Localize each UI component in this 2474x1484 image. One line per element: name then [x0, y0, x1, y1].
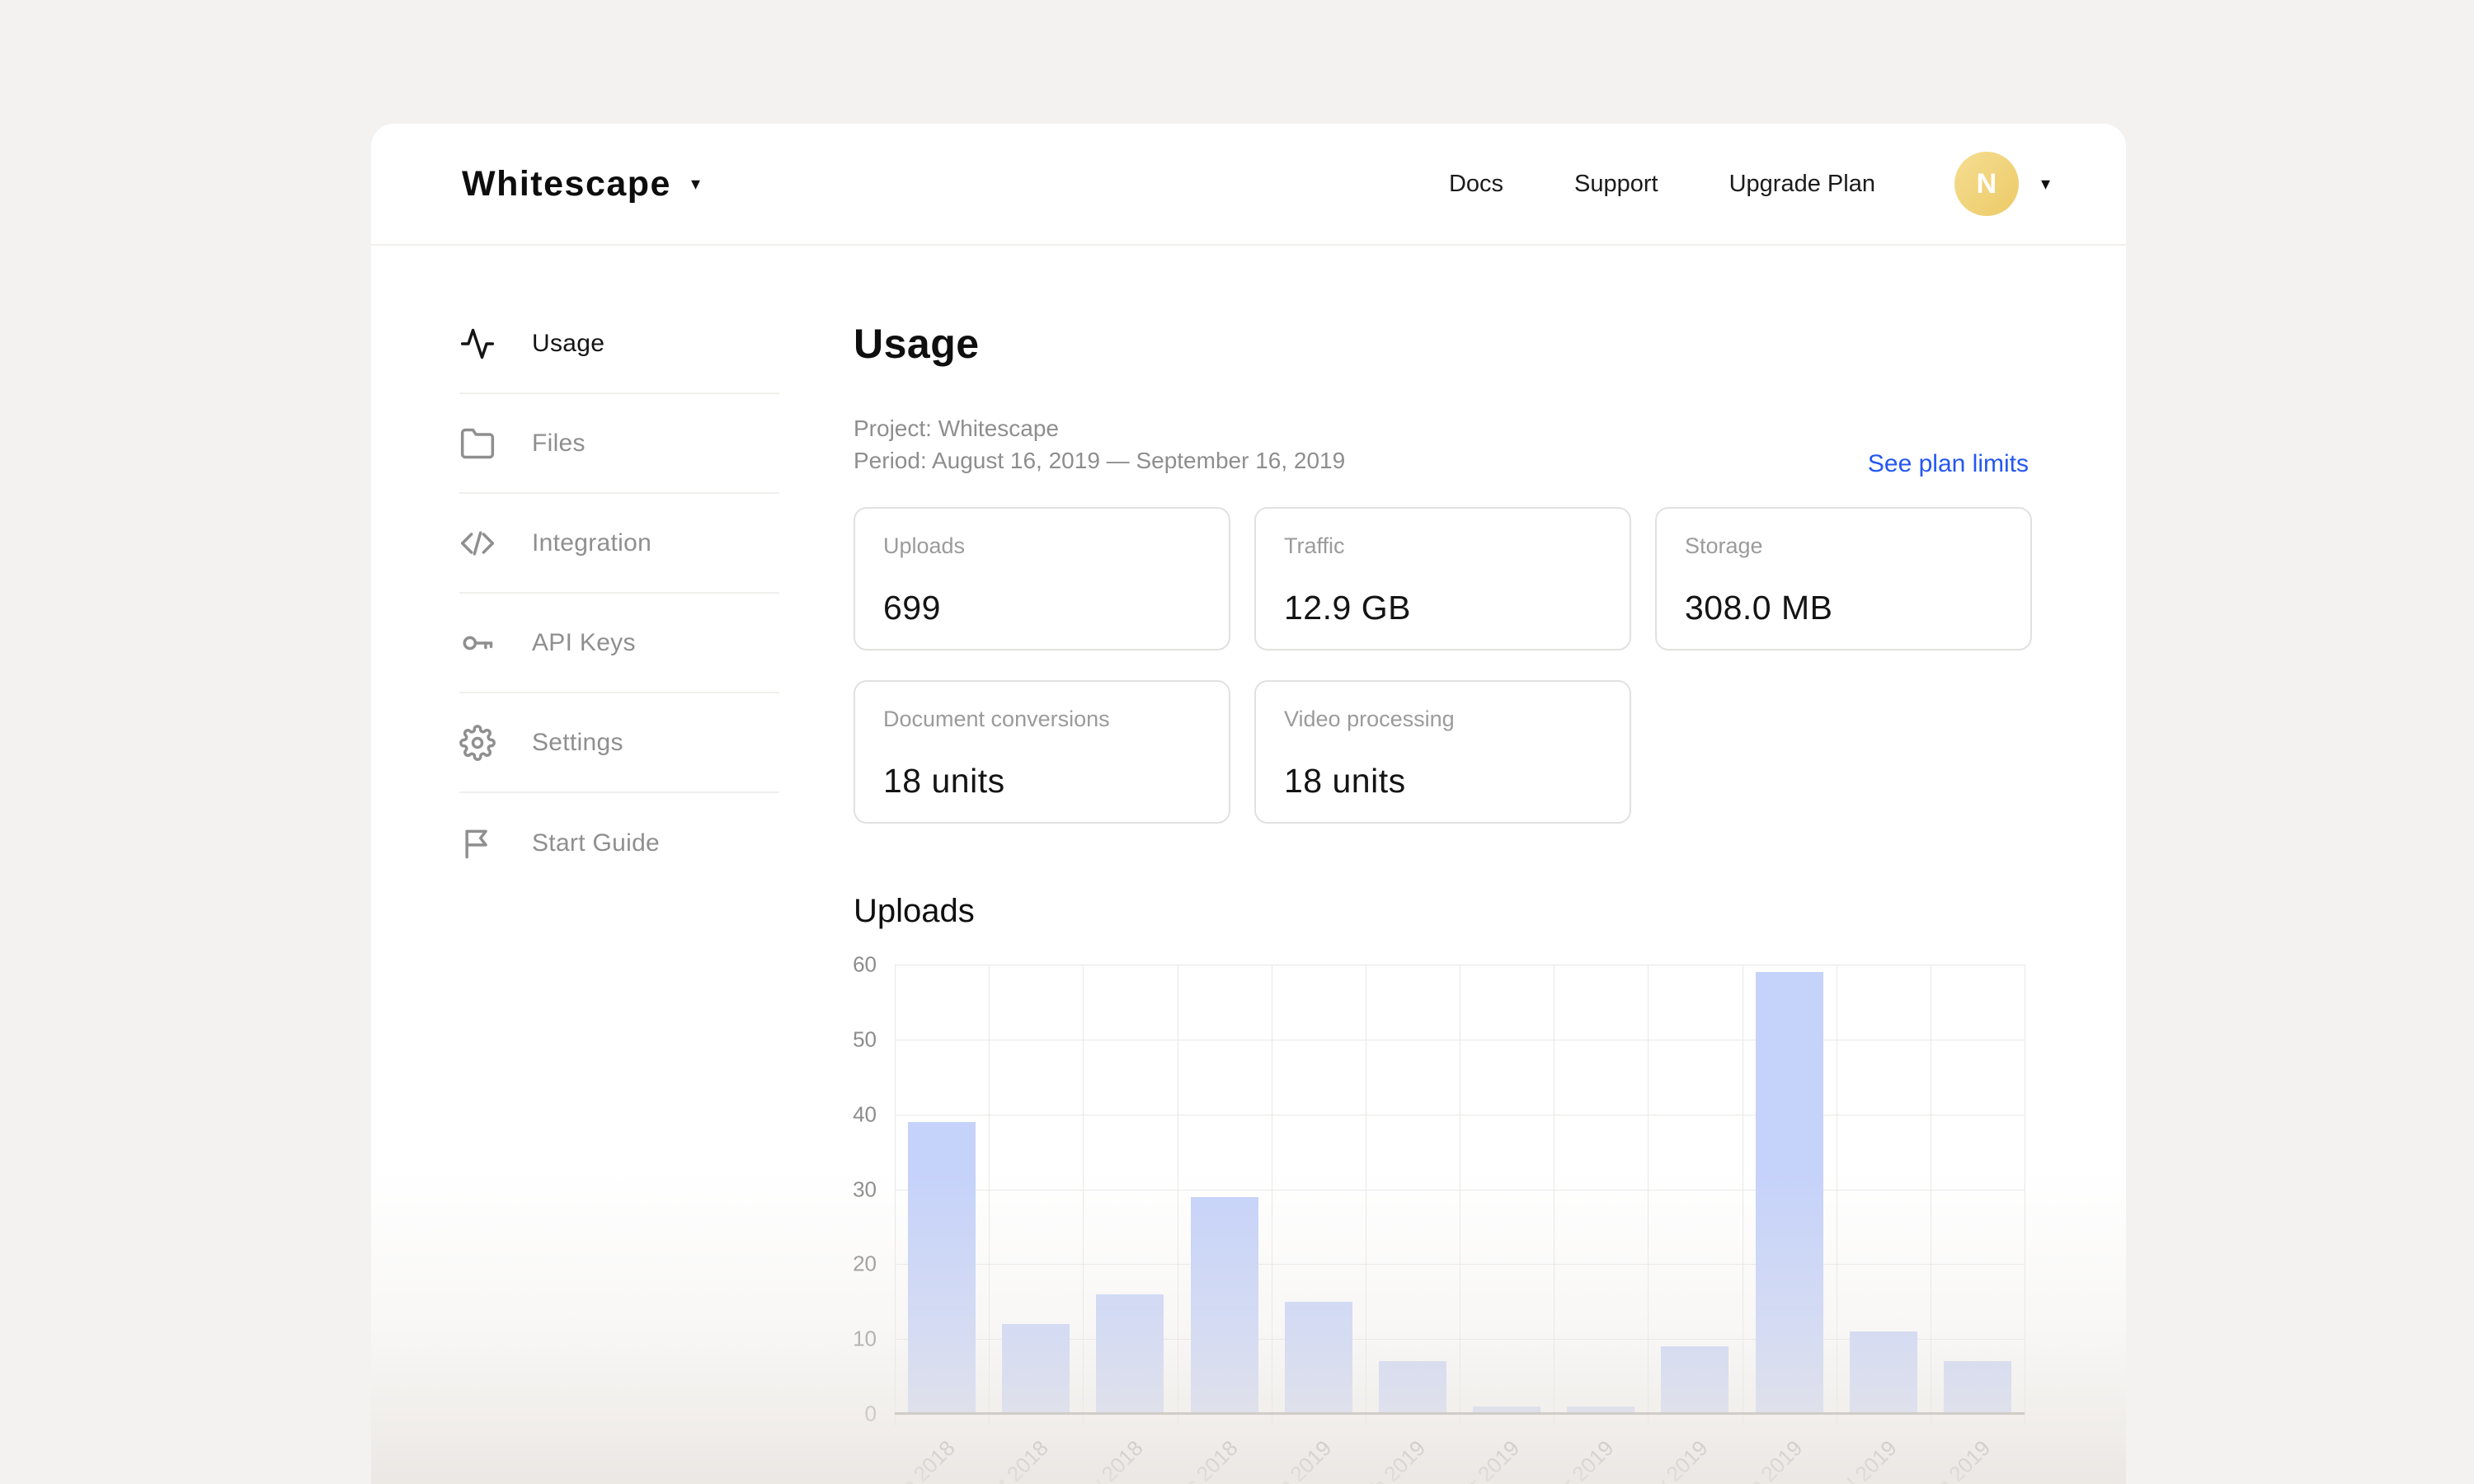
sidebar-item-label: API Keys	[532, 628, 636, 656]
sidebar-item-api-keys[interactable]: API Keys	[459, 594, 779, 693]
sidebar-nav: Usage Files Integration API Keys Setting…	[459, 294, 779, 893]
stat-card-uploads: Uploads 699	[854, 507, 1230, 650]
y-axis-tick: 0	[864, 1401, 877, 1426]
chart-bar	[1191, 1197, 1258, 1414]
chart-bar	[1379, 1361, 1446, 1414]
x-axis-tick-label: 16 Nov 2018	[1044, 1435, 1148, 1484]
chart-bar	[1850, 1331, 1917, 1414]
folder-icon	[460, 428, 495, 458]
gridline-v	[989, 965, 990, 1425]
gear-icon	[459, 724, 496, 761]
stat-value: 699	[883, 589, 941, 627]
x-axis-tick-label: 16 Jan 2019	[1235, 1435, 1337, 1484]
project-line: Project: Whitescape	[854, 416, 1059, 441]
sidebar-item-start-guide[interactable]: Start Guide	[459, 793, 779, 893]
y-axis-tick: 40	[853, 1101, 877, 1127]
chart-bar	[1756, 972, 1823, 1414]
gridline-v	[895, 965, 896, 1425]
code-icon	[460, 530, 495, 556]
sidebar-item-usage[interactable]: Usage	[459, 294, 779, 394]
chart-title: Uploads	[854, 893, 975, 929]
x-axis-tick-label: 16 Dec 2018	[1139, 1435, 1243, 1484]
project-switcher[interactable]: Whitescape ▾	[462, 164, 700, 204]
stat-label: Video processing	[1284, 707, 1455, 731]
y-axis-tick: 10	[853, 1326, 877, 1351]
activity-icon	[460, 328, 495, 359]
chevron-down-icon: ▾	[690, 173, 701, 194]
chart-bar	[1002, 1324, 1070, 1414]
chart-bar	[1661, 1346, 1729, 1414]
x-axis-line	[895, 1412, 2025, 1415]
x-axis-tick-label: 16 Feb 2019	[1328, 1435, 1431, 1484]
app-window: Whitescape ▾ Docs Support Upgrade Plan N…	[371, 124, 2126, 1484]
stat-label: Storage	[1685, 533, 1763, 558]
x-axis-tick-label: 16 Jul 2019	[1804, 1435, 1902, 1484]
sidebar-item-label: Settings	[532, 728, 623, 756]
x-axis-tick-label: 16 May 2019	[1607, 1435, 1713, 1484]
x-axis-tick-label: 16 Sep 2018	[856, 1435, 960, 1484]
x-axis-tick-label: 16 Aug 2019	[1893, 1435, 1996, 1484]
stat-card-video-processing: Video processing 18 units	[1254, 680, 1631, 824]
y-axis-tick: 30	[853, 1176, 877, 1201]
main-content: Usage Project: Whitescape Period: August…	[853, 124, 2032, 1484]
y-axis-tick: 60	[853, 951, 877, 977]
x-axis-tick-label: 16 Mar 2019	[1422, 1435, 1525, 1484]
see-plan-limits-link[interactable]: See plan limits	[1868, 450, 2029, 478]
key-icon	[463, 636, 493, 650]
stat-card-document-conversions: Document conversions 18 units	[854, 680, 1230, 824]
stat-card-storage: Storage 308.0 MB	[1655, 507, 2032, 650]
usage-meta: Project: Whitescape Period: August 16, 2…	[854, 412, 1345, 477]
chevron-down-icon: ▾	[2040, 173, 2050, 194]
chart-bar	[1096, 1294, 1164, 1414]
chart-bar	[1285, 1302, 1352, 1414]
x-axis-tick-label: 16 Apr 2019	[1519, 1435, 1619, 1484]
stat-card-traffic: Traffic 12.9 GB	[1254, 507, 1631, 650]
sidebar-item-label: Usage	[532, 329, 605, 357]
stat-value: 18 units	[1284, 762, 1406, 800]
stat-value: 12.9 GB	[1284, 589, 1411, 627]
x-axis-tick-label: 16 Jun 2019	[1706, 1435, 1808, 1484]
x-axis-tick-label: 16 Oct 2018	[953, 1435, 1054, 1484]
sidebar-item-label: Start Guide	[532, 829, 661, 857]
y-axis-tick: 50	[853, 1026, 877, 1052]
stat-label: Traffic	[1284, 533, 1345, 558]
sidebar-item-label: Files	[532, 429, 586, 457]
period-line: Period: August 16, 2019 — September 16, …	[854, 448, 1346, 473]
stat-label: Document conversions	[883, 707, 1110, 731]
page-title: Usage	[854, 321, 980, 367]
chart-bar	[1944, 1361, 2011, 1414]
stat-value: 308.0 MB	[1685, 589, 1833, 627]
chart-bar	[908, 1122, 976, 1414]
flag-icon	[465, 829, 487, 858]
sidebar-item-files[interactable]: Files	[459, 394, 779, 494]
uploads-chart: 0 10 20 30 40 50 60 16 Sep 201816 Oct 201816 No…	[853, 952, 2025, 1484]
stat-label: Uploads	[883, 533, 966, 558]
gridline-v	[1083, 965, 1084, 1425]
y-axis-tick: 20	[853, 1251, 877, 1276]
sidebar-item-integration[interactable]: Integration	[459, 494, 779, 594]
brand-name: Whitescape	[462, 163, 671, 204]
sidebar-item-settings[interactable]: Settings	[459, 693, 779, 793]
gridline-v	[1648, 965, 1649, 1425]
stat-cards: Uploads 699 Traffic 12.9 GB Storage 308.…	[854, 507, 2032, 824]
stat-value: 18 units	[883, 762, 1005, 800]
sidebar-item-label: Integration	[532, 528, 652, 556]
